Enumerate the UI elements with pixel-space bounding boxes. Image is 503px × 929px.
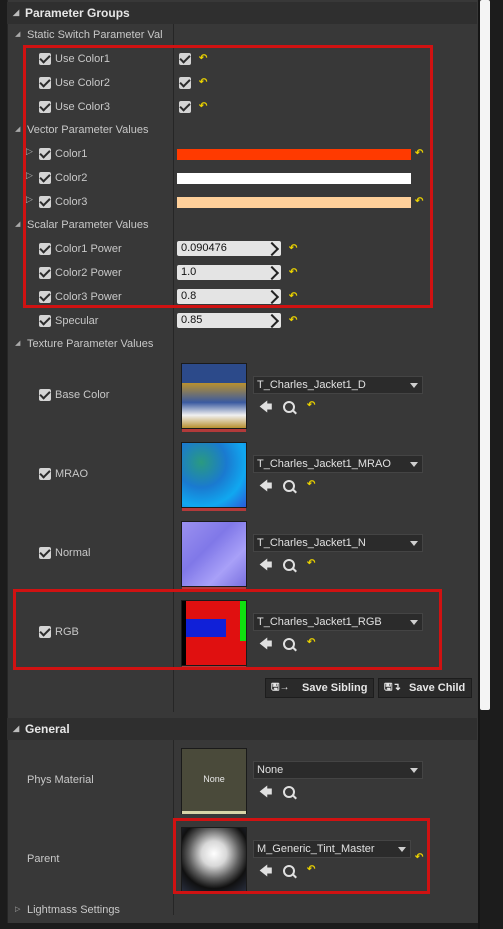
scalar-value: 0.85: [181, 314, 203, 326]
texture-name: T_Charles_Jacket1_N: [257, 537, 366, 549]
subcategory-title: Texture Parameter Values: [27, 338, 154, 350]
texture-thumbnail[interactable]: [181, 442, 247, 511]
category-title: Parameter Groups: [25, 6, 130, 20]
find-in-browser-icon[interactable]: [283, 480, 295, 492]
override-checkbox[interactable]: [39, 315, 51, 327]
reset-to-default-icon[interactable]: ↶: [307, 400, 315, 411]
param-label: Normal: [55, 547, 91, 559]
save-sibling-button[interactable]: 🖫→ Save Sibling: [265, 678, 374, 698]
find-in-browser-icon[interactable]: [283, 401, 295, 413]
override-checkbox[interactable]: [39, 547, 51, 559]
find-in-browser-icon[interactable]: [283, 786, 295, 798]
phys-material-thumbnail[interactable]: None: [181, 748, 247, 814]
subcategory-texture[interactable]: ◢ Texture Parameter Values: [15, 335, 154, 353]
chevron-down-icon: [410, 383, 418, 388]
browse-arrow-icon[interactable]: 🡄: [259, 479, 272, 493]
save-child-button[interactable]: 🖫↴ Save Child: [378, 678, 472, 698]
subcategory-title: Lightmass Settings: [27, 904, 120, 916]
asset-actions: 🡄 ↶: [259, 479, 329, 493]
param-label: Parent: [27, 853, 60, 865]
highlight-box: [23, 45, 433, 308]
scalar-value-field[interactable]: 0.85: [177, 313, 281, 329]
texture-asset-combo[interactable]: T_Charles_Jacket1_N: [253, 534, 423, 552]
thumbnail-bar: [182, 429, 246, 432]
thumbnail-bar: [182, 508, 246, 511]
find-in-browser-icon[interactable]: [283, 559, 295, 571]
category-general[interactable]: ◢ General: [7, 718, 477, 740]
thumbnail-bar: [182, 811, 246, 814]
save-sibling-icon: 🖫→: [271, 682, 290, 693]
browse-arrow-icon[interactable]: 🡄: [259, 785, 272, 799]
param-label: Specular: [55, 315, 99, 327]
asset-actions: 🡄 ↶: [259, 558, 329, 572]
asset-actions: 🡄 ↶: [259, 400, 329, 414]
collapse-triangle-icon: ◢: [13, 724, 20, 733]
highlight-box: [173, 818, 430, 894]
category-title: General: [25, 722, 70, 736]
highlight-box: [13, 589, 442, 670]
scrub-arrow-icon[interactable]: [264, 313, 280, 329]
asset-name: None: [257, 764, 284, 776]
collapse-triangle-icon: ◢: [15, 126, 21, 133]
chevron-down-icon: [410, 462, 418, 467]
browse-arrow-icon[interactable]: 🡄: [259, 558, 272, 572]
chevron-down-icon: [410, 541, 418, 546]
reset-to-default-icon[interactable]: ↶: [289, 315, 297, 327]
texture-asset-combo[interactable]: T_Charles_Jacket1_MRAO: [253, 455, 423, 473]
subcategory-lightmass[interactable]: ▷ Lightmass Settings: [15, 901, 120, 919]
reset-to-default-icon[interactable]: ↶: [307, 479, 315, 490]
texture-thumbnail[interactable]: [181, 521, 247, 590]
override-checkbox[interactable]: [39, 468, 51, 480]
texture-asset-combo[interactable]: T_Charles_Jacket1_D: [253, 376, 423, 394]
texture-name: T_Charles_Jacket1_MRAO: [257, 458, 391, 470]
override-checkbox[interactable]: [39, 389, 51, 401]
param-label: Base Color: [55, 389, 110, 401]
category-parameter-groups[interactable]: ◢ Parameter Groups: [7, 2, 477, 24]
collapse-triangle-icon: ◢: [15, 31, 21, 38]
thumbnail-caption: None: [203, 774, 225, 784]
button-label: Save Child: [409, 682, 466, 694]
texture-thumbnail[interactable]: [181, 363, 247, 432]
expand-triangle-icon: ▷: [15, 906, 21, 913]
chevron-down-icon: [410, 768, 418, 773]
phys-material-combo[interactable]: None: [253, 761, 423, 779]
scrollbar-thumb[interactable]: [480, 0, 490, 710]
asset-actions: 🡄: [259, 785, 307, 799]
button-label: Save Sibling: [302, 682, 368, 694]
param-label: MRAO: [55, 468, 88, 480]
reset-to-default-icon[interactable]: ↶: [307, 558, 315, 569]
subcategory-static-switch[interactable]: ◢ Static Switch Parameter Val: [15, 26, 163, 44]
browse-arrow-icon[interactable]: 🡄: [259, 400, 272, 414]
texture-name: T_Charles_Jacket1_D: [257, 379, 366, 391]
subcategory-title: Static Switch Parameter Val: [27, 29, 163, 41]
collapse-triangle-icon: ◢: [15, 340, 21, 347]
param-label: Phys Material: [27, 774, 94, 786]
collapse-triangle-icon: ◢: [13, 8, 20, 17]
collapse-triangle-icon: ◢: [15, 221, 21, 228]
save-child-icon: 🖫↴: [384, 682, 401, 693]
